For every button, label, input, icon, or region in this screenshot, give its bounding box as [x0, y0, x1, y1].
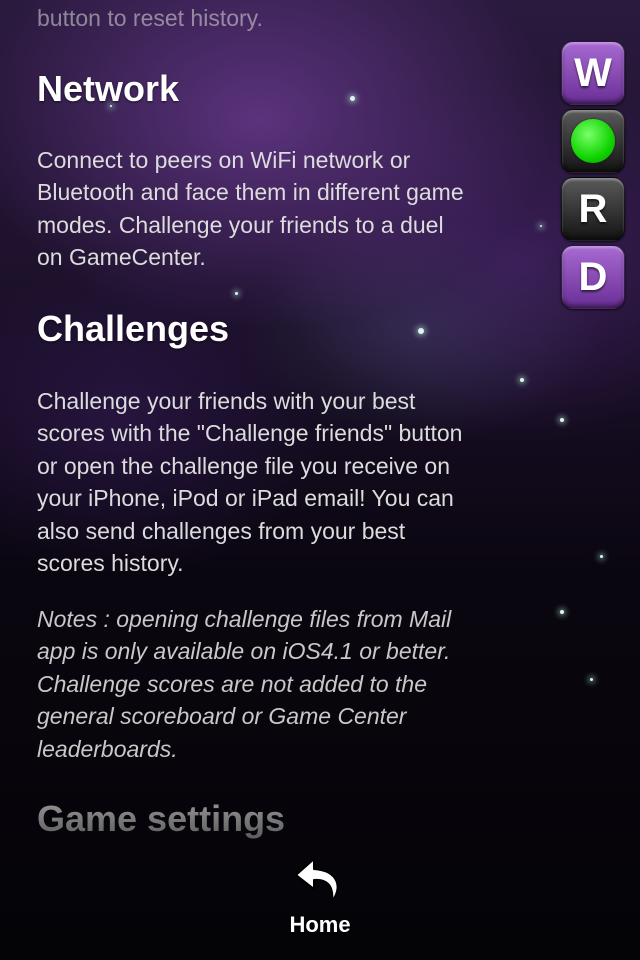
section-title-network: Network [37, 68, 180, 109]
section-title-challenges: Challenges [37, 308, 230, 349]
logo-tile-r: R [561, 177, 625, 241]
logo-tile-o [561, 109, 625, 173]
back-arrow-icon [295, 858, 339, 902]
challenges-notes: Notes : opening challenge files from Mai… [37, 606, 452, 762]
section-title-game-settings: Game settings [37, 798, 286, 839]
logo-tile-w: W [561, 41, 625, 105]
network-paragraph: Connect to peers on WiFi network or Blue… [37, 147, 464, 271]
word-logo-tiles: W R D [561, 41, 625, 313]
logo-tile-d: D [561, 245, 625, 309]
challenges-paragraph: Challenge your friends with your best sc… [37, 388, 463, 577]
previous-text-fragment: button to reset history. [37, 5, 263, 31]
green-dot-icon [571, 119, 615, 163]
home-button[interactable]: Home [270, 855, 370, 938]
home-label: Home [289, 912, 351, 937]
